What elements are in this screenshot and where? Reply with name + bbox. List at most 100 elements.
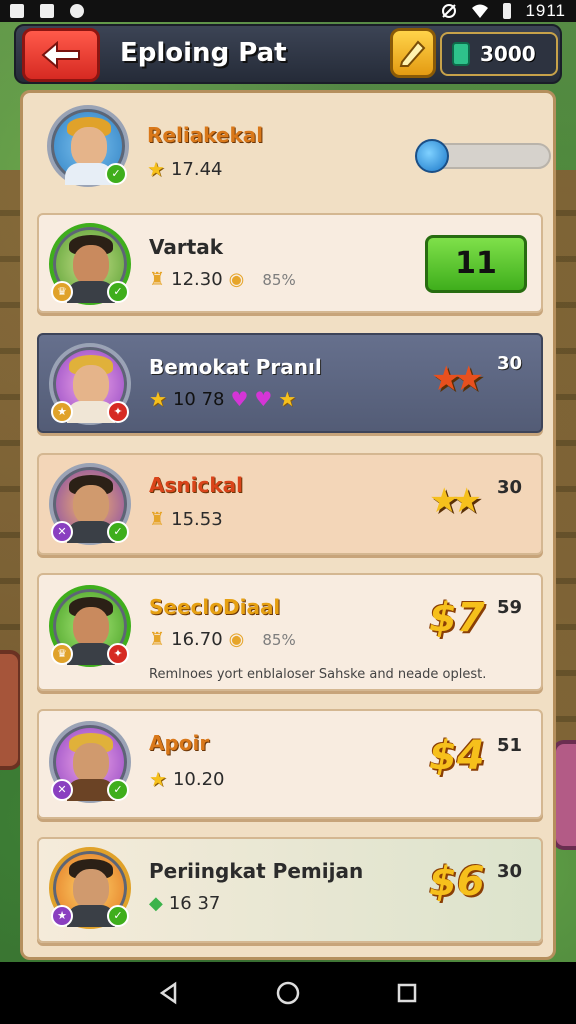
status-bar: 1911: [0, 0, 576, 22]
entry-score: ♜ 12.30 ◉ 85%: [149, 269, 296, 290]
fence-right: [554, 170, 576, 790]
entry-name: Bemokat Pranıl: [149, 355, 322, 379]
nav-back-icon: [160, 981, 177, 1005]
gem-icon: [452, 42, 470, 66]
entry-rank-value: 51: [497, 735, 523, 756]
entry-rank-value: 30: [497, 477, 523, 498]
level-badge-icon: ✓: [107, 521, 129, 543]
entry-reward-value: $6: [429, 859, 485, 905]
entry-name: Periingkat Pemijan: [149, 859, 364, 883]
avatar: ♛ ✦: [49, 585, 131, 667]
star-icon: ★: [149, 387, 167, 411]
fence-left: [0, 170, 20, 690]
entry-rank-value: 59: [497, 597, 523, 618]
entry-name: Vartak: [149, 235, 224, 259]
stars-rating-icon: ★★: [429, 481, 482, 521]
coin-icon: ◉: [228, 269, 245, 290]
player-score: ★ 17.44: [147, 157, 222, 181]
player-name: Reliakekal: [147, 123, 264, 147]
entry-score: ◆ 16 37: [149, 893, 220, 914]
entry-rank-value: 30: [497, 353, 523, 374]
entry-reward-value: $7: [429, 595, 485, 641]
gem-icon: ◆: [149, 893, 163, 914]
claim-button[interactable]: 11: [425, 235, 527, 293]
entry-name: Asnickal: [149, 473, 243, 497]
heart-icon: ♥: [230, 387, 249, 411]
entry-score: ★ 10.20: [149, 767, 224, 791]
entry-score: ♜ 16.70 ◉ 85%: [149, 629, 296, 650]
back-arrow-icon: [41, 41, 80, 69]
heart-icon: ♥: [254, 387, 273, 411]
star-icon: ★: [278, 387, 297, 411]
coin-icon: ◉: [228, 629, 245, 650]
list-item[interactable]: ♛ ✓ Vartak ♜ 12.30 ◉ 85% 11: [37, 213, 543, 313]
trophy-icon: ♜: [149, 629, 166, 650]
pencil-icon: [399, 40, 426, 67]
wifi-icon: [472, 4, 489, 18]
avatar: ✓: [47, 105, 129, 187]
entry-score: ★ 10 78 ♥ ♥ ★: [149, 387, 296, 411]
currency-display[interactable]: 3000: [440, 32, 558, 76]
header-bar: Eploing Pat 3000: [14, 24, 562, 84]
score-value: 10 78: [172, 388, 225, 410]
screenshot-icon: [10, 4, 24, 18]
page-title: Eploing Pat: [120, 38, 287, 68]
percent-value: 85%: [262, 630, 296, 649]
edit-button[interactable]: [390, 28, 436, 78]
android-nav-bar: [0, 962, 576, 1024]
level-badge-icon: ✓: [107, 779, 129, 801]
list-item[interactable]: ✕ ✓ Apoir ★ 10.20 $4 51: [37, 709, 543, 819]
avatar: ★ ✓: [49, 847, 131, 929]
trophy-icon: ♜: [149, 509, 166, 530]
score-value: 16.70: [171, 629, 223, 650]
list-item[interactable]: ★ ✦ Bemokat Pranıl ★ 10 78 ♥ ♥ ★ ★★ 30: [37, 333, 543, 433]
status-right: 1911: [441, 1, 566, 21]
crown-badge-icon: ♛: [51, 643, 73, 665]
nav-recents-icon: [397, 983, 416, 1003]
barrel-left: [0, 650, 22, 770]
nav-recents-button[interactable]: [393, 979, 421, 1007]
level-badge-icon: ✦: [107, 401, 129, 423]
entry-name: SeecloDiaal: [149, 595, 281, 619]
mute-icon: [442, 4, 457, 18]
entry-rank-value: 30: [497, 861, 523, 882]
location-icon: [70, 4, 84, 18]
percent-value: 85%: [262, 270, 296, 289]
status-time: 1911: [525, 1, 566, 20]
score-value: 10.20: [172, 768, 225, 790]
avatar: ✕ ✓: [49, 463, 131, 545]
swords-badge-icon: ✕: [51, 779, 73, 801]
level-badge-icon: ✓: [105, 163, 127, 185]
nav-home-icon: [276, 981, 300, 1005]
score-value: 12.30: [171, 269, 223, 290]
image-icon: [40, 4, 54, 18]
star-icon: ★: [149, 767, 167, 791]
avatar: ★ ✦: [49, 343, 131, 425]
avatar: ♛ ✓: [49, 223, 131, 305]
currency-value: 3000: [480, 42, 536, 66]
list-item[interactable]: ♛ ✦ SeecloDiaal ♜ 16.70 ◉ 85% Remlnoes y…: [37, 573, 543, 691]
star-icon: ★: [147, 157, 165, 181]
battery-icon: [503, 3, 512, 19]
entry-reward-value: $4: [429, 733, 485, 779]
score-value: 16 37: [168, 893, 221, 914]
crown-badge-icon: ♛: [51, 281, 73, 303]
list-item[interactable]: ✕ ✓ Asnickal ♜ 15.53 ★★ 30: [37, 453, 543, 555]
star-badge-icon: ★: [51, 401, 73, 423]
entry-name: Apoir: [149, 731, 210, 755]
nav-back-button[interactable]: [155, 979, 183, 1007]
entry-score: ♜ 15.53: [149, 509, 223, 530]
nav-home-button[interactable]: [274, 979, 302, 1007]
list-item[interactable]: ★ ✓ Periingkat Pemijan ◆ 16 37 $6 30: [37, 837, 543, 943]
level-badge-icon: ✓: [107, 281, 129, 303]
score-value: 17.44: [170, 158, 223, 180]
status-left-icons: [10, 4, 84, 18]
level-badge-icon: ✦: [107, 643, 129, 665]
back-button[interactable]: [22, 28, 100, 82]
stars-rating-icon: ★★: [431, 359, 484, 399]
player-entry[interactable]: ✓ Reliakekal ★ 17.44: [37, 101, 551, 207]
trophy-icon: ♜: [149, 269, 166, 290]
entry-description: Remlnoes yort enblaloser Sahske and nead…: [149, 667, 487, 682]
level-badge-icon: ✓: [107, 905, 129, 927]
avatar: ✕ ✓: [49, 721, 131, 803]
